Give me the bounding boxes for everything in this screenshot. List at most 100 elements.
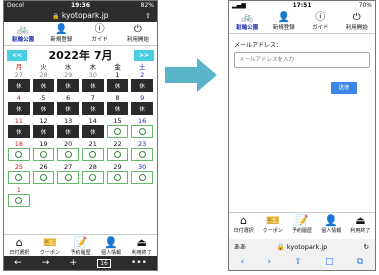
nav-start[interactable]: ⏻ 利用開始 [339, 10, 376, 33]
bottom-nav-item[interactable]: ⏏ 利用終了 [126, 235, 157, 258]
nav-start[interactable]: ⏻ 利用開始 [119, 22, 157, 45]
home-icon: ⌂ [240, 214, 248, 227]
day-number: 20 [64, 140, 73, 148]
closed-label: 休 [65, 129, 71, 136]
bottom-nav-item[interactable]: 👤 個人情報 [317, 213, 346, 236]
available-day-cell[interactable] [8, 148, 30, 161]
day-number: 26 [39, 163, 48, 171]
weekday-header: 木 [89, 63, 97, 71]
history-icon: 📝 [73, 236, 88, 249]
available-day-cell[interactable] [32, 148, 55, 161]
login-icon: ⏻ [133, 24, 142, 35]
weekday-header: 月 [15, 63, 23, 71]
bottom-nav-item[interactable]: ⌂ 日付選択 [229, 213, 258, 236]
day-number: 12 [39, 117, 48, 125]
next-month-button[interactable]: >> [133, 50, 154, 61]
available-circle-icon [113, 174, 121, 181]
available-day-cell[interactable] [106, 171, 129, 184]
day-number: 16 [138, 117, 147, 125]
available-day-cell[interactable] [32, 171, 55, 184]
nav-register[interactable]: 👤 新規登録 [266, 10, 303, 33]
available-circle-icon [15, 197, 23, 204]
available-day-cell[interactable] [106, 125, 129, 138]
share-icon[interactable]: ⇧ [145, 10, 151, 22]
back-icon[interactable]: ‹ [241, 257, 245, 267]
bike-icon: 🚲 [16, 24, 30, 35]
available-day-cell[interactable] [81, 171, 104, 184]
available-circle-icon [39, 174, 47, 181]
day-number: 7 [90, 94, 95, 102]
bottom-nav-item[interactable]: 🎫 クーポン [258, 213, 287, 236]
day-number [57, 186, 79, 194]
day-number [107, 186, 129, 194]
closed-label: 休 [16, 83, 22, 90]
day-number: 14 [88, 117, 97, 125]
email-label: メールアドレス： [234, 42, 283, 49]
nav-label: 駐輪公園 [12, 37, 35, 43]
closed-day-cell: 休 [8, 79, 30, 92]
day-number: 9 [140, 94, 145, 102]
available-day-cell[interactable] [81, 148, 104, 161]
day-number [131, 186, 153, 194]
nav-guide[interactable]: ⓘ ガイド [302, 10, 339, 33]
available-circle-icon [113, 151, 121, 158]
available-day-cell[interactable] [106, 148, 129, 161]
bottom-nav-label: 予約履歴 [292, 228, 313, 234]
available-day-cell[interactable] [57, 148, 79, 161]
available-day-cell[interactable] [57, 171, 79, 184]
nav-label: ガイド [311, 25, 329, 31]
day-number: 1 [115, 71, 120, 79]
available-day-cell[interactable] [131, 171, 153, 184]
bottom-nav-item[interactable]: 🎫 クーポン [35, 235, 66, 258]
nav-bike-parks[interactable]: 🚲 駐輪公園 [229, 10, 266, 33]
weekday-header: 金 [114, 63, 121, 71]
closed-label: 休 [114, 83, 121, 90]
bookmarks-icon[interactable]: □ [325, 257, 334, 267]
nav-guide[interactable]: ⓘ ガイド [81, 22, 119, 45]
bottom-nav-item[interactable]: ⏏ 利用終了 [346, 213, 375, 236]
weekday-header: 水 [64, 63, 72, 71]
submit-button[interactable]: 送信 [331, 82, 357, 94]
available-circle-icon [113, 128, 121, 135]
new-tab-icon[interactable]: + [69, 258, 77, 268]
closed-day-cell: 休 [57, 125, 79, 138]
closed-label: 休 [40, 83, 47, 90]
available-day-cell[interactable] [8, 171, 30, 184]
more-icon[interactable]: ••• [131, 258, 147, 268]
closed-label: 休 [114, 106, 121, 113]
day-number: 21 [88, 140, 97, 148]
forward-icon[interactable]: → [42, 258, 50, 268]
bottom-nav-item[interactable]: 📝 予約履歴 [65, 235, 96, 258]
bottom-nav-item[interactable]: ⌂ 日付選択 [4, 235, 35, 258]
bottom-nav-label: 利用終了 [350, 228, 371, 234]
available-day-cell[interactable] [131, 125, 153, 138]
email-field[interactable]: メールアドレスを入力 [234, 52, 370, 68]
bottom-nav-item[interactable]: 📝 予約履歴 [287, 213, 316, 236]
tabs-icon[interactable]: 16 [97, 258, 111, 268]
day-number: 27 [64, 163, 73, 171]
nav-label: ガイド [91, 37, 108, 43]
person-icon: 👤 [324, 214, 339, 227]
tabs-icon[interactable]: ⧉ [357, 257, 363, 267]
forward-icon[interactable]: › [267, 257, 271, 267]
share-icon[interactable]: ⇪ [294, 257, 302, 267]
login-screen: ▂▄▆ 17:51 70% 🚲 駐輪公園 👤 新規登録 ⓘ ガイド ⏻ 利用開始… [228, 0, 376, 271]
nav-register[interactable]: 👤 新規登録 [42, 22, 80, 45]
nav-bike-parks[interactable]: 🚲 駐輪公園 [4, 22, 42, 45]
day-number [82, 186, 104, 194]
month-header: << 2022年 7月 >> [4, 46, 157, 63]
available-day-cell[interactable] [131, 148, 153, 161]
address-bar[interactable]: 🔒 kyotopark.jp ⇧ [4, 10, 157, 22]
nav-label: 利用開始 [126, 37, 149, 43]
closed-label: 休 [90, 106, 96, 113]
back-icon[interactable]: ← [14, 258, 22, 268]
empty-cell [107, 194, 129, 207]
available-day-cell[interactable] [8, 194, 30, 207]
closed-label: 休 [65, 83, 71, 90]
prev-month-button[interactable]: << [7, 50, 27, 61]
bottom-nav-item[interactable]: 👤 個人情報 [96, 235, 127, 258]
closed-day-cell: 休 [81, 102, 104, 115]
available-circle-icon [138, 128, 146, 135]
calendar-grid: 月火水木金土 27 28 29 30 1 2 休休休休休休 4 5 6 7 8 9 休休休休休休 11 12 13… [4, 63, 157, 209]
info-icon: ⓘ [94, 24, 105, 35]
